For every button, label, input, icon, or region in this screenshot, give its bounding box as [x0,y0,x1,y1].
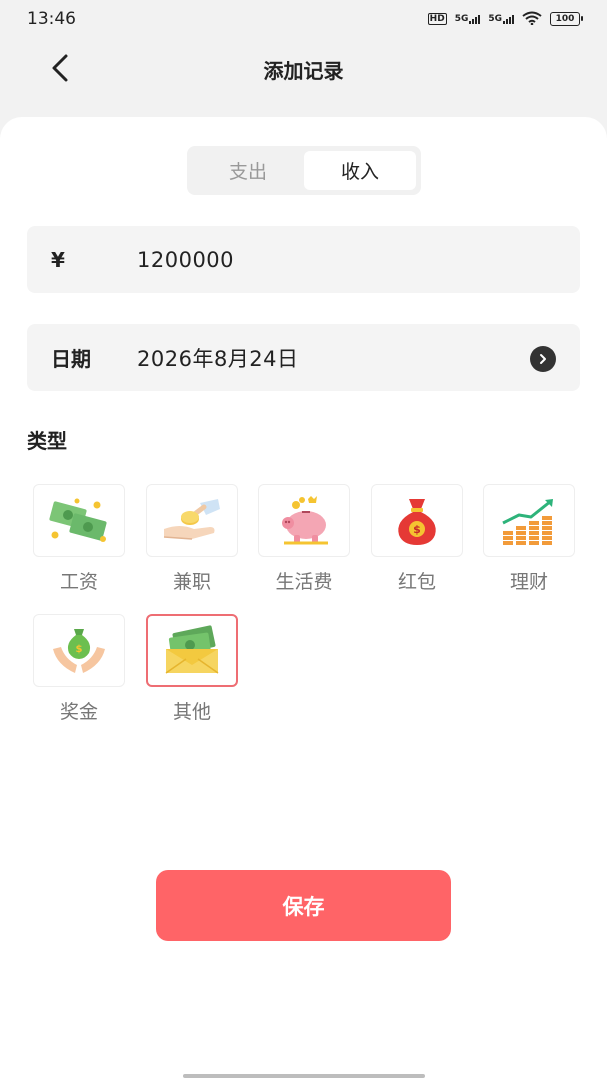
type-item-living-expenses[interactable]: 生活费 [257,484,351,594]
date-value: 2026年8月24日 [137,346,299,371]
tab-expense[interactable]: 支出 [192,151,304,190]
status-time: 13:46 [27,9,76,29]
type-item-salary[interactable]: 工资 [32,484,126,594]
piggy-bank-icon [282,495,328,544]
save-button[interactable]: 保存 [156,870,451,941]
type-label: 兼职 [172,571,211,593]
type-box [33,484,125,557]
type-item-bonus[interactable]: $ 奖金 [32,614,126,724]
chevron-right-circle-icon[interactable] [530,346,556,372]
type-item-part-time[interactable]: 兼职 [145,484,239,594]
page-title: 添加记录 [263,59,344,83]
type-item-other[interactable]: 其他 [145,614,239,724]
date-label: 日期 [51,347,91,371]
currency-symbol: ¥ [51,247,65,272]
type-label: 红包 [397,571,436,593]
amount-input[interactable]: 1200000 [137,248,517,272]
date-field[interactable]: 日期 2026年8月24日 [27,324,580,391]
wifi-icon [522,11,542,28]
type-box [258,484,350,557]
red-money-bag-icon: $ [398,498,436,545]
tab-income[interactable]: 收入 [304,151,416,190]
type-label: 工资 [59,571,98,593]
amount-field: ¥ 1200000 [27,226,580,293]
hands-money-bag-icon: $ [53,628,105,673]
type-label: 其他 [172,701,211,723]
type-toggle: 支出 收入 [187,146,421,195]
signal-5g-secondary-icon: 5G [488,14,514,24]
investment-growth-icon [502,498,553,545]
svg-text:$: $ [413,523,421,536]
status-icons: HD 5G 5G 100 [427,11,583,28]
type-label: 生活费 [275,571,333,593]
hand-coin-icon [163,498,220,540]
battery-icon: 100 [550,12,583,26]
signal-5g-icon: 5G [455,14,481,24]
home-indicator [183,1074,425,1078]
type-box: $ [33,614,125,687]
type-box [483,484,575,557]
type-box: $ [371,484,463,557]
type-section-title: 类型 [27,429,67,453]
type-label: 理财 [509,571,548,593]
form-card: 支出 收入 ¥ 1200000 日期 2026年8月24日 类型 工资 兼职 生… [0,117,607,1080]
type-box [146,484,238,557]
header: 添加记录 [0,38,607,100]
cash-money-icon [49,498,107,542]
hd-icon: HD [427,13,447,25]
type-item-finance[interactable]: 理财 [482,484,576,594]
type-box [146,614,238,687]
money-envelope-icon [165,624,219,674]
type-item-red-packet[interactable]: $ 红包 [370,484,464,594]
svg-text:$: $ [76,644,83,655]
status-bar: 13:46 HD 5G 5G 100 [0,0,607,38]
type-label: 奖金 [59,701,98,723]
